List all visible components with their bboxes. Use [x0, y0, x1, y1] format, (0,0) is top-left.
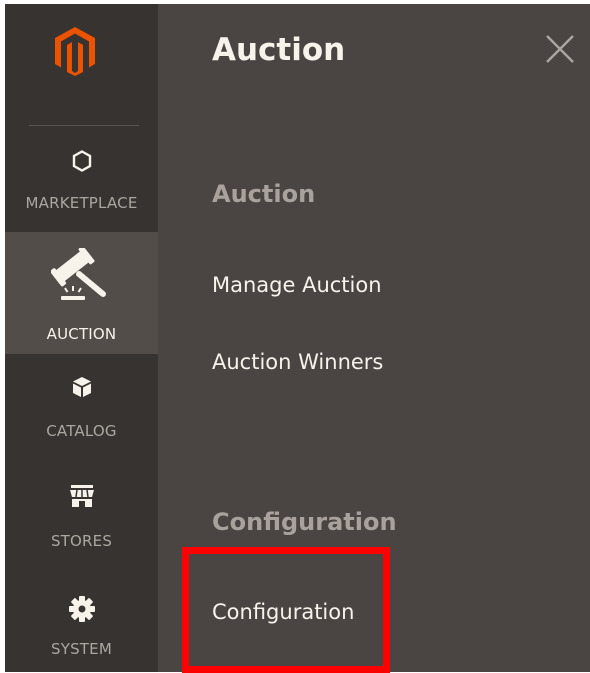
close-icon: [546, 35, 574, 63]
sidebar-item-label: CATALOG: [46, 422, 117, 440]
store-icon: [5, 484, 158, 508]
sidebar-item-stores[interactable]: STORES: [5, 466, 158, 566]
admin-sidebar: MARKETPLACE AUCTION CATALOG STORES SYSTE…: [5, 4, 158, 672]
sidebar-item-catalog[interactable]: CATALOG: [5, 354, 158, 454]
panel-title: Auction: [212, 32, 346, 68]
sidebar-item-label: SYSTEM: [51, 640, 112, 658]
sidebar-item-label: STORES: [50, 532, 113, 550]
magento-logo[interactable]: [54, 26, 96, 76]
sidebar-item-auction[interactable]: AUCTION: [5, 232, 158, 354]
section-title-auction: Auction: [212, 180, 316, 208]
auction-submenu-panel: Auction Auction Manage Auction Auction W…: [158, 4, 590, 672]
sidebar-item-label: MARKETPLACE: [25, 194, 138, 212]
sidebar-item-marketplace[interactable]: MARKETPLACE: [5, 140, 158, 232]
sidebar-divider: [29, 125, 139, 126]
hexagon-icon: [5, 150, 158, 172]
admin-menu-screenshot: MARKETPLACE AUCTION CATALOG STORES SYSTE…: [0, 0, 590, 673]
gear-icon: [5, 596, 158, 622]
gavel-icon: [5, 248, 158, 306]
section-title-configuration: Configuration: [212, 508, 397, 536]
sidebar-item-label: AUCTION: [46, 325, 117, 343]
box-icon: [5, 376, 158, 398]
close-button[interactable]: [543, 32, 577, 66]
menu-link-configuration[interactable]: Configuration: [212, 600, 354, 624]
menu-link-auction-winners[interactable]: Auction Winners: [212, 350, 383, 374]
sidebar-item-system[interactable]: SYSTEM: [5, 576, 158, 672]
menu-link-manage-auction[interactable]: Manage Auction: [212, 273, 382, 297]
